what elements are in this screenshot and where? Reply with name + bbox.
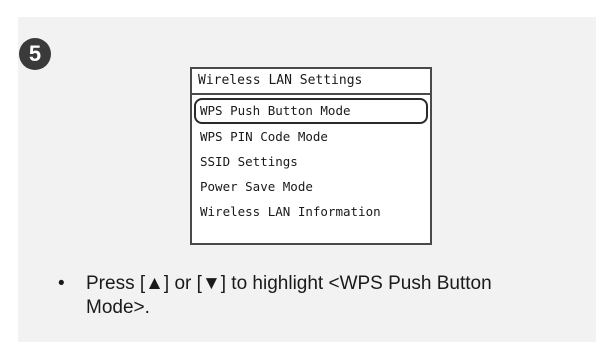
step-number-badge: 5 xyxy=(19,38,51,70)
device-screen: Wireless LAN Settings WPS Push Button Mo… xyxy=(190,67,432,245)
menu-item-power-save-mode[interactable]: Power Save Mode xyxy=(192,174,430,199)
menu-item-wps-pin-code-mode[interactable]: WPS PIN Code Mode xyxy=(192,124,430,149)
screen-title: Wireless LAN Settings xyxy=(192,69,430,95)
menu-item-wps-push-button-mode[interactable]: WPS Push Button Mode xyxy=(194,98,428,124)
menu-item-ssid-settings[interactable]: SSID Settings xyxy=(192,149,430,174)
menu-list: WPS Push Button Mode WPS PIN Code Mode S… xyxy=(192,97,430,224)
bullet-point: • xyxy=(58,273,65,294)
instruction-text: Press [▲] or [▼] to highlight <WPS Push … xyxy=(86,273,492,318)
menu-item-wireless-lan-information[interactable]: Wireless LAN Information xyxy=(192,199,430,224)
